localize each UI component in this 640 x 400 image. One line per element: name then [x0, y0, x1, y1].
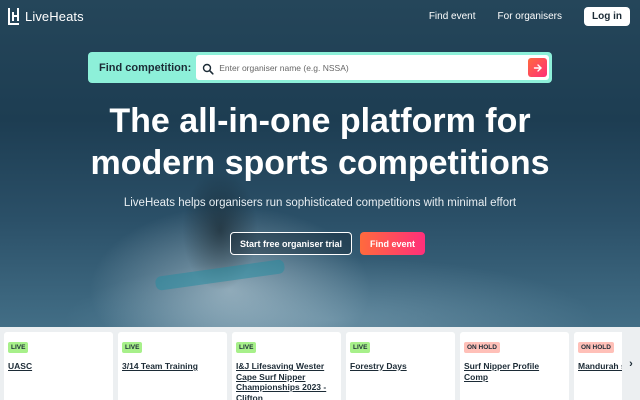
organiser-search-input[interactable]: [219, 62, 528, 73]
headline-line-1: The all-in-one platform for: [109, 102, 531, 140]
top-nav: LiveHeats Find event For organisers Log …: [0, 0, 640, 32]
find-event-button[interactable]: Find event: [360, 232, 426, 255]
hero-headline: The all-in-one platform for modern sport…: [0, 100, 640, 184]
search-box[interactable]: [196, 55, 549, 80]
event-name-link[interactable]: Forestry Days: [350, 361, 451, 372]
event-card[interactable]: LIVE I&J Lifesaving Wester Cape Surf Nip…: [232, 332, 341, 400]
logo[interactable]: LiveHeats: [8, 7, 84, 25]
status-badge: ON HOLD: [464, 342, 500, 353]
status-badge: LIVE: [122, 342, 143, 353]
headline-line-2: modern sports competitions: [90, 144, 550, 182]
event-name-link[interactable]: Surf Nipper Profile Comp: [464, 361, 565, 382]
event-card[interactable]: ON HOLD Surf Nipper Profile Comp: [460, 332, 569, 400]
event-name-link[interactable]: I&J Lifesaving Wester Cape Surf Nipper C…: [236, 361, 337, 400]
carousel-next-button[interactable]: ›: [622, 327, 640, 400]
event-name-link[interactable]: 3/14 Team Training: [122, 361, 223, 372]
status-badge: LIVE: [350, 342, 371, 353]
find-competition-bar: Find competition:: [88, 52, 552, 83]
hero-subheading: LiveHeats helps organisers run sophistic…: [123, 197, 517, 209]
event-card[interactable]: LIVE 3/14 Team Training: [118, 332, 227, 400]
start-trial-button[interactable]: Start free organiser trial: [230, 232, 353, 255]
status-badge: ON HOLD: [578, 342, 614, 353]
brand-name: LiveHeats: [25, 8, 84, 24]
search-icon: [202, 62, 214, 75]
find-competition-label: Find competition:: [99, 61, 192, 74]
nav-find-event-link[interactable]: Find event: [429, 11, 476, 22]
arrow-right-icon: [533, 63, 542, 72]
hero-cta-row: Start free organiser trial Find event: [230, 232, 426, 255]
event-card[interactable]: LIVE UASC: [4, 332, 113, 400]
event-card[interactable]: LIVE Forestry Days: [346, 332, 455, 400]
event-name-link[interactable]: UASC: [8, 361, 109, 372]
liveheats-logo-icon: [8, 7, 19, 25]
nav-for-organisers-link[interactable]: For organisers: [498, 11, 562, 22]
status-badge: LIVE: [8, 342, 29, 353]
event-card-strip: LIVE UASC LIVE 3/14 Team Training LIVE I…: [0, 327, 640, 400]
nav-links: Find event For organisers Log in: [429, 6, 630, 26]
search-submit-button[interactable]: [528, 58, 547, 77]
status-badge: LIVE: [236, 342, 257, 353]
chevron-right-icon: ›: [629, 357, 633, 370]
login-button[interactable]: Log in: [584, 6, 630, 26]
